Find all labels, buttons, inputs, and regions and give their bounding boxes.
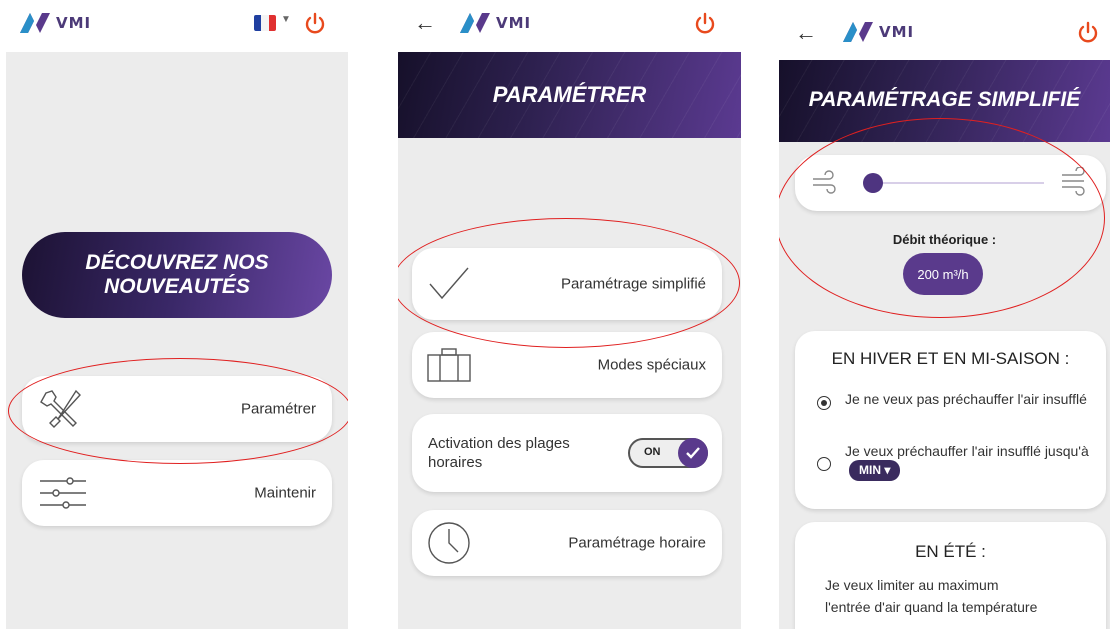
wind-high-icon: [1062, 167, 1085, 196]
summer-title: EN ÉTÉ :: [915, 542, 986, 561]
sliders-icon: [40, 477, 86, 509]
screen-parametrage-simplifie: ← VMI PARAMÉTRAGE SIMPLIFIÉ Débit théori…: [779, 0, 1110, 629]
top-bar: ← VMI: [779, 0, 1110, 52]
radio-unselected[interactable]: [817, 457, 831, 471]
summer-text-line1: Je veux limiter au maximum: [825, 577, 999, 593]
debit-label: Débit théorique :: [892, 232, 997, 247]
back-arrow-icon[interactable]: ←: [795, 20, 817, 46]
menu-item-parametrer[interactable]: Paramétrer: [22, 376, 332, 442]
checkmark-icon: [429, 267, 469, 300]
airflow-slider-card: [795, 155, 1106, 211]
wind-low-icon: [813, 170, 836, 194]
home-content: [6, 52, 348, 629]
top-bar: VMI ▼: [6, 0, 348, 52]
logo-text: VMI: [496, 14, 532, 32]
summer-text-line2: l'entrée d'air quand la température: [825, 599, 1038, 615]
debit-value: 200 m³/h: [903, 253, 983, 295]
schedule-toggle[interactable]: ON: [628, 438, 708, 468]
winter-option-1-text: Je ne veux pas préchauffer l'air insuffl…: [845, 391, 1087, 407]
menu-item-label: Paramétrage horaire: [568, 534, 706, 552]
activation-label: Activation des plages horaires: [428, 435, 570, 471]
vmi-logo: VMI: [20, 10, 91, 36]
min-select[interactable]: MIN ▾: [849, 460, 901, 481]
screen-parametrer: ← VMI PARAMÉTRER Paramétrage simplifié M…: [398, 0, 741, 629]
power-icon[interactable]: [692, 11, 718, 37]
winter-option-2-label: Je veux préchauffer l'air insufflé jusqu…: [845, 443, 1089, 459]
discover-line1: DÉCOUVREZ NOS: [85, 251, 269, 274]
vmi-logo-mark-icon: [20, 13, 50, 33]
page-title: PARAMÉTRER: [492, 82, 647, 107]
menu-item-label: Paramétrer: [240, 400, 316, 418]
page-banner: PARAMÉTRAGE SIMPLIFIÉ: [779, 60, 1110, 142]
menu-item-label: Modes spéciaux: [597, 356, 706, 374]
winter-option-1[interactable]: Je ne veux pas préchauffer l'air insuffl…: [817, 391, 1092, 410]
winter-settings-card: EN HIVER ET EN MI-SAISON : Je ne veux pa…: [795, 331, 1106, 509]
page-title: PARAMÉTRAGE SIMPLIFIÉ: [808, 88, 1081, 111]
menu-item-maintenir[interactable]: Maintenir: [22, 460, 332, 526]
vmi-logo: VMI: [460, 10, 531, 36]
discover-news-button[interactable]: DÉCOUVREZ NOS NOUVEAUTÉS: [22, 232, 332, 318]
radio-selected[interactable]: [817, 396, 831, 410]
toggle-label: ON: [644, 446, 661, 458]
suitcase-icon: [427, 348, 471, 382]
slider-track[interactable]: [873, 182, 1044, 184]
vmi-logo: VMI: [843, 19, 914, 45]
menu-item-label: Maintenir: [254, 484, 316, 502]
vmi-logo-mark-icon: [460, 13, 490, 33]
tools-icon: [40, 389, 81, 428]
clock-icon: [428, 522, 470, 564]
power-icon[interactable]: [1075, 20, 1101, 46]
menu-item-label: Paramétrage simplifié: [560, 275, 706, 293]
summer-settings-card: EN ÉTÉ : Je veux limiter au maximum l'en…: [795, 522, 1106, 629]
winter-option-2-text: Je veux préchauffer l'air insufflé jusqu…: [845, 443, 1092, 481]
back-arrow-icon[interactable]: ←: [414, 10, 436, 36]
menu-item-activation-plages[interactable]: Activation des plages horaires ON: [412, 414, 722, 492]
page-banner: PARAMÉTRER: [398, 52, 741, 138]
min-select-value: MIN: [859, 463, 881, 477]
power-icon[interactable]: [302, 11, 328, 37]
menu-item-parametrage-simplifie[interactable]: Paramétrage simplifié: [412, 248, 722, 320]
vmi-logo-mark-icon: [843, 22, 873, 42]
logo-text: VMI: [879, 23, 915, 41]
france-flag-icon[interactable]: [254, 15, 276, 31]
logo-text: VMI: [56, 14, 92, 32]
winter-option-2[interactable]: Je veux préchauffer l'air insufflé jusqu…: [817, 443, 1092, 481]
winter-title: EN HIVER ET EN MI-SAISON :: [831, 349, 1070, 368]
chevron-down-icon[interactable]: ▼: [281, 14, 291, 25]
check-icon: [678, 438, 708, 468]
discover-line2: NOUVEAUTÉS: [104, 275, 250, 298]
top-bar: ← VMI: [398, 0, 741, 52]
menu-item-modes-speciaux[interactable]: Modes spéciaux: [412, 332, 722, 398]
menu-item-parametrage-horaire[interactable]: Paramétrage horaire: [412, 510, 722, 576]
slider-thumb[interactable]: [863, 173, 883, 193]
screen-home: VMI ▼ DÉCOUVREZ NOS NOUVEAUTÉS Paramétre…: [6, 0, 348, 629]
